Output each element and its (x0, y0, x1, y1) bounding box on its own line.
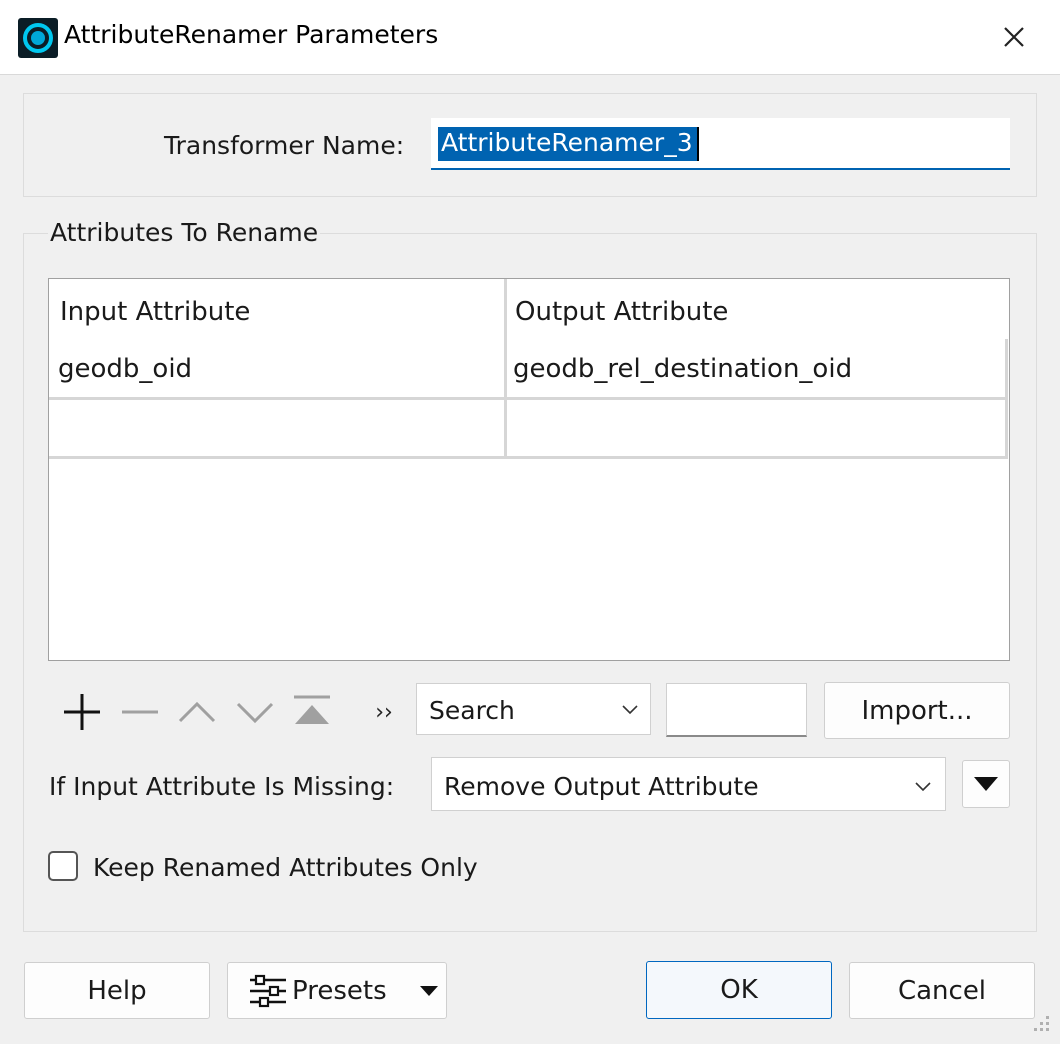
missing-attribute-select[interactable]: Remove Output Attribute (431, 757, 946, 811)
row-divider (49, 397, 1007, 400)
keep-renamed-checkbox[interactable] (48, 851, 78, 881)
keep-renamed-label[interactable]: Keep Renamed Attributes Only (93, 853, 478, 882)
triangle-down-icon (419, 985, 438, 996)
move-down-button[interactable] (233, 690, 277, 734)
transformer-name-input[interactable]: AttributeRenamer_3 (431, 118, 1010, 170)
triangle-down-icon (974, 777, 998, 791)
help-button-label: Help (87, 975, 147, 1006)
table-cell-input[interactable]: geodb_oid (58, 354, 192, 384)
table-cell-output[interactable]: geodb_rel_destination_oid (513, 354, 852, 384)
missing-attribute-value: Remove Output Attribute (444, 772, 759, 801)
row-divider (49, 456, 1007, 459)
chevron-down-icon (622, 705, 638, 715)
sliders-icon (250, 974, 286, 1007)
column-header-output[interactable]: Output Attribute (515, 297, 728, 327)
move-to-top-icon (294, 695, 330, 724)
search-mode-select[interactable]: Search (416, 683, 651, 735)
column-header-input[interactable]: Input Attribute (60, 297, 250, 327)
search-input[interactable] (666, 683, 807, 737)
resize-grip-icon[interactable] (1026, 1012, 1052, 1038)
transformer-name-value: AttributeRenamer_3 (438, 127, 699, 161)
move-up-icon (178, 701, 216, 723)
presets-button[interactable]: Presets (227, 962, 447, 1019)
fme-transformer-icon (18, 18, 58, 58)
column-divider (504, 279, 507, 459)
transformer-name-label: Transformer Name: (164, 131, 405, 160)
add-icon (64, 694, 100, 730)
search-mode-value: Search (429, 696, 515, 725)
close-button[interactable] (990, 14, 1038, 60)
more-button[interactable]: ›› (368, 697, 400, 727)
attributes-group-title: Attributes To Rename (48, 218, 321, 247)
move-down-icon (236, 702, 274, 724)
help-button[interactable]: Help (24, 962, 210, 1019)
more-icon: ›› (375, 699, 393, 725)
window-title: AttributeRenamer Parameters (64, 20, 439, 49)
cancel-button-label: Cancel (897, 975, 987, 1006)
remove-button[interactable] (118, 690, 162, 734)
close-icon (1004, 27, 1024, 47)
import-button-label: Import... (861, 695, 973, 726)
import-button[interactable]: Import... (824, 682, 1010, 739)
ok-button-label: OK (720, 975, 758, 1005)
cancel-button[interactable]: Cancel (849, 962, 1035, 1019)
missing-attribute-label: If Input Attribute Is Missing: (49, 772, 395, 801)
move-up-button[interactable] (175, 690, 219, 734)
chevron-down-icon (915, 782, 931, 792)
presets-button-label: Presets (292, 975, 387, 1006)
attributes-table[interactable]: Input Attribute Output Attribute geodb_o… (48, 278, 1010, 661)
missing-attribute-menu-button[interactable] (962, 760, 1010, 808)
move-to-top-button[interactable] (290, 690, 334, 734)
add-button[interactable] (60, 690, 104, 734)
ok-button[interactable]: OK (646, 961, 832, 1019)
title-bar: AttributeRenamer Parameters (0, 0, 1060, 75)
remove-icon (122, 710, 158, 714)
